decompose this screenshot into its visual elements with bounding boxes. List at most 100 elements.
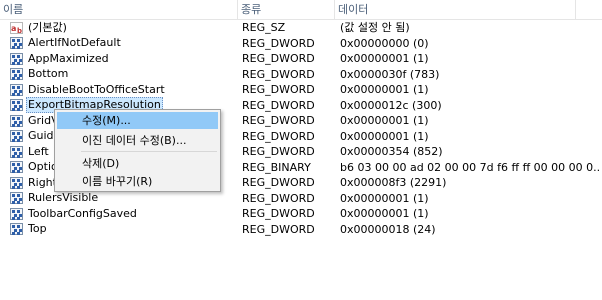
delete-menu-item[interactable]: 삭제(D) (57, 155, 218, 172)
string-icon-glyph: a (11, 23, 17, 33)
binary-icon-dot (17, 77, 20, 80)
binary-icon-dot (12, 154, 15, 158)
value-type: REG_DWORD (242, 52, 315, 65)
value-type: REG_DWORD (242, 191, 315, 205)
value-data: 0x00000001 (1) (340, 191, 429, 205)
binary-icon-dot (17, 170, 20, 173)
binary-icon-dot (17, 209, 20, 213)
binary-value-icon (10, 223, 23, 235)
rename-menu-item[interactable]: 이름 바꾸기(R) (57, 173, 218, 190)
binary-icon-dot (12, 163, 15, 166)
binary-value-icon (10, 192, 23, 204)
value-name-cell[interactable]: RulersVisible (10, 191, 235, 206)
table-row[interactable]: a b (기본값) REG_SZ (값 설정 안 됨) (0, 20, 602, 36)
binary-icon-dot (12, 77, 15, 80)
value-name: (기본값) (28, 20, 67, 34)
value-type: REG_DWORD (242, 207, 315, 220)
value-type: REG_DWORD (242, 145, 315, 158)
table-row[interactable]: AlertIfNotDefault REG_DWORD 0x00000000 (0) (0, 36, 602, 52)
column-header-type[interactable]: 종류 (238, 0, 334, 19)
binary-icon-dot (17, 123, 20, 127)
value-name-cell[interactable]: Top (10, 222, 235, 237)
binary-value-icon (10, 176, 23, 189)
binary-value-icon (10, 145, 23, 158)
binary-icon-dot (17, 232, 20, 235)
binary-icon-dot (17, 147, 20, 151)
value-name-cell[interactable]: DisableBootToOfficeStart (10, 82, 235, 97)
value-type: REG_DWORD (242, 67, 315, 81)
binary-icon-dot (12, 232, 15, 235)
binary-value-icon (10, 99, 23, 111)
menu-separator (81, 151, 217, 152)
binary-value-icon (10, 130, 23, 142)
binary-value-icon (10, 114, 23, 127)
table-row[interactable]: RulersVisible REG_DWORD 0x00000001 (1) (0, 191, 602, 207)
value-data: 0x00000000 (0) (340, 36, 429, 50)
binary-icon-dot (12, 225, 15, 228)
value-data: 0x00000001 (1) (340, 83, 429, 96)
column-header-data[interactable]: 데이터 (335, 0, 575, 19)
value-data: 0x00000001 (1) (340, 129, 429, 143)
modify-menu-item[interactable]: 수정(M)... (57, 112, 218, 129)
binary-icon-dot (17, 92, 20, 96)
value-data: 0x0000012c (300) (340, 98, 442, 112)
binary-value-icon (10, 37, 23, 49)
binary-value-icon (10, 161, 23, 173)
value-type: REG_DWORD (242, 36, 315, 50)
binary-icon-dot (17, 132, 20, 135)
binary-icon-dot (12, 201, 15, 204)
value-data: 0x00000001 (1) (340, 114, 429, 127)
value-type: REG_DWORD (242, 222, 315, 236)
value-name-cell[interactable]: AlertIfNotDefault (10, 36, 235, 51)
binary-icon-dot (12, 132, 15, 135)
value-name-cell[interactable]: AppMaximized (10, 51, 235, 66)
binary-icon-dot (12, 116, 15, 120)
modify-binary-menu-item[interactable]: 이진 데이터 수정(B)... (57, 132, 218, 149)
binary-icon-dot (17, 61, 20, 65)
binary-icon-dot (17, 46, 20, 49)
value-name: Top (28, 222, 47, 235)
value-type: REG_DWORD (242, 129, 315, 143)
table-row[interactable]: Top REG_DWORD 0x00000018 (24) (0, 222, 602, 238)
binary-icon-dot (12, 123, 15, 127)
binary-icon-dot (12, 170, 15, 173)
value-data: (값 설정 안 됨) (340, 21, 410, 34)
binary-icon-dot (12, 216, 15, 220)
value-name-cell[interactable]: a b (기본값) (10, 20, 235, 35)
value-type: REG_DWORD (242, 176, 315, 189)
value-name: AlertIfNotDefault (28, 36, 121, 49)
value-data: b6 03 00 00 ad 02 00 00 7d f6 ff ff 00 0… (340, 160, 600, 174)
string-value-icon: ab (10, 21, 23, 35)
table-row[interactable]: Bottom REG_DWORD 0x0000030f (783) (0, 67, 602, 83)
binary-icon-dot (17, 116, 20, 120)
binary-icon-dot (12, 85, 15, 89)
binary-icon-dot (12, 92, 15, 96)
value-data: 0x00000001 (1) (340, 52, 429, 65)
binary-icon-dot (12, 209, 15, 213)
column-divider[interactable] (575, 0, 576, 19)
binary-icon-dot (12, 147, 15, 151)
binary-icon-dot (17, 163, 20, 166)
table-row[interactable]: AppMaximized REG_DWORD 0x00000001 (1) (0, 51, 602, 67)
binary-icon-dot (17, 101, 20, 104)
binary-icon-dot (12, 46, 15, 49)
binary-icon-dot (12, 54, 15, 58)
binary-value-icon (10, 68, 23, 80)
value-name-cell[interactable]: Bottom (10, 67, 235, 82)
table-row[interactable]: DisableBootToOfficeStart REG_DWORD 0x00000… (0, 82, 602, 98)
value-name-cell[interactable]: ToolbarConfigSaved (10, 206, 235, 221)
value-name: Left (28, 144, 49, 158)
binary-icon-dot (17, 201, 20, 204)
binary-icon-dot (12, 39, 15, 42)
binary-icon-dot (12, 70, 15, 73)
binary-icon-dot (17, 225, 20, 228)
binary-value-icon (10, 83, 23, 96)
binary-icon-dot (17, 139, 20, 142)
value-data: 0x0000030f (783) (340, 67, 440, 81)
binary-icon-dot (17, 54, 20, 58)
binary-icon-dot (17, 85, 20, 89)
table-row[interactable]: ToolbarConfigSaved REG_DWORD 0x00000001 (1… (0, 206, 602, 222)
value-type: REG_DWORD (242, 114, 315, 127)
binary-icon-dot (12, 108, 15, 111)
column-header-name[interactable]: 이름 (0, 0, 237, 19)
